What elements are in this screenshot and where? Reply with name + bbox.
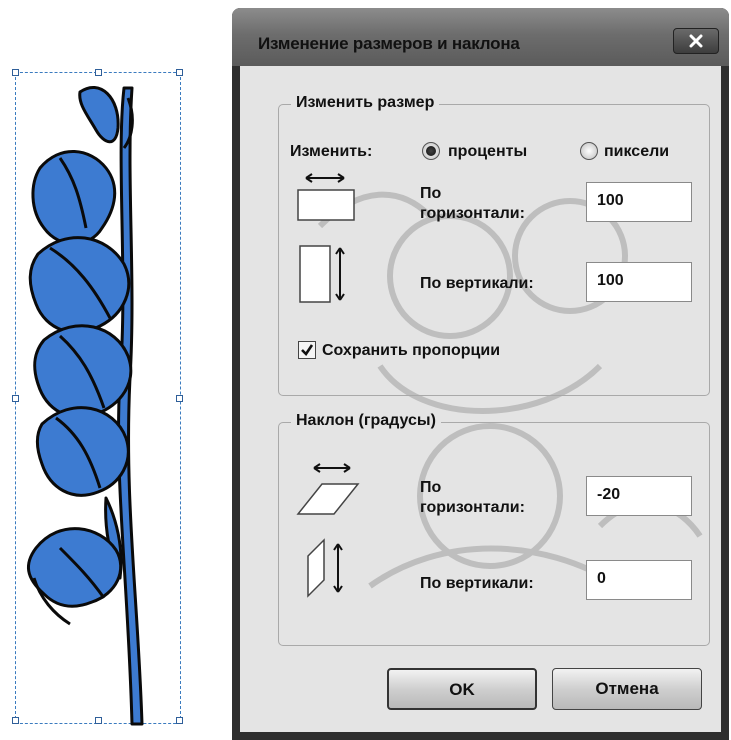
skew-horizontal-label-line2: горизонтали: (420, 499, 525, 516)
selection-handle-middle-left[interactable] (12, 395, 19, 402)
radio-pixels-label: пиксели (604, 143, 670, 160)
keep-ratio-label: Сохранить пропорции (322, 342, 501, 359)
cancel-button[interactable]: Отмена (552, 668, 702, 710)
radio-pixels[interactable]: пиксели (580, 140, 710, 164)
skew-vertical-icon (307, 538, 343, 598)
skew-vertical-input[interactable]: 0 (586, 560, 692, 600)
skew-horizontal-icon (296, 463, 360, 515)
selection-handle-top-center[interactable] (95, 69, 102, 76)
skew-horizontal-input[interactable]: -20 (586, 476, 692, 516)
resize-horizontal-label-line2: горизонтали: (420, 205, 525, 222)
radio-percent[interactable]: проценты (422, 140, 562, 164)
selection-handle-bottom-left[interactable] (12, 717, 19, 724)
resize-skew-dialog: Изменение размеров и наклона Изменить ра… (232, 8, 729, 740)
close-icon (689, 34, 703, 48)
dialog-body: Изменить размер Изменить: проценты пиксе… (240, 66, 721, 732)
skew-group-label: Наклон (градусы) (291, 412, 441, 430)
radio-percent-label: проценты (448, 143, 528, 160)
resize-horizontal-label-line1: По (420, 185, 442, 202)
ok-button[interactable]: OK (387, 668, 537, 710)
image-canvas[interactable] (0, 0, 230, 740)
checkmark-icon (301, 344, 314, 357)
skew-horizontal-label-line1: По (420, 479, 442, 496)
flower-image (27, 85, 144, 726)
resize-horizontal-icon (297, 173, 355, 221)
resize-vertical-icon (299, 245, 345, 303)
selection-handle-top-left[interactable] (12, 69, 19, 76)
resize-vertical-input[interactable]: 100 (586, 262, 692, 302)
selection-handle-top-right[interactable] (176, 69, 183, 76)
skew-vertical-label: По вертикали: (420, 575, 534, 592)
keep-ratio-checkbox-box[interactable] (298, 341, 316, 359)
keep-ratio-checkbox[interactable]: Сохранить пропорции (298, 338, 558, 362)
radio-percent-indicator[interactable] (422, 142, 440, 160)
dialog-title: Изменение размеров и наклона (258, 34, 520, 53)
skew-group: Наклон (градусы) (278, 412, 710, 646)
close-button[interactable] (673, 28, 719, 54)
resize-group-label: Изменить размер (291, 94, 440, 112)
radio-pixels-indicator[interactable] (580, 142, 598, 160)
resize-horizontal-input[interactable]: 100 (586, 182, 692, 222)
resize-by-label: Изменить: (290, 143, 373, 160)
resize-vertical-label: По вертикали: (420, 275, 534, 292)
dialog-titlebar[interactable]: Изменение размеров и наклона (232, 8, 729, 66)
